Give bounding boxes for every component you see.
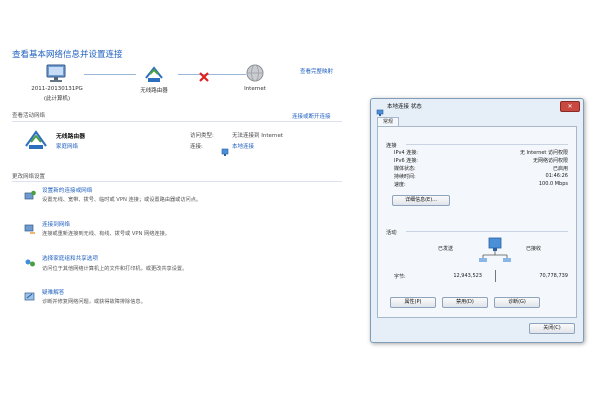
task-description: 诊断并修复网络问题，或获得故障排除信息。 bbox=[42, 299, 146, 305]
task-connect-network-link[interactable]: 连接到网络 bbox=[42, 220, 70, 228]
dialog-close-button[interactable]: ✕ bbox=[560, 101, 580, 112]
computer-name-label: 2011-20130131PG bbox=[31, 86, 83, 92]
troubleshoot-icon bbox=[24, 288, 36, 301]
duration-value: 01:46:26 bbox=[545, 173, 568, 179]
network-type-link[interactable]: 家庭网络 bbox=[56, 142, 78, 150]
bytes-label: 字节: bbox=[394, 274, 406, 280]
task-description: 连接或重新连接到无线、有线、拨号或 VPN 网络连接。 bbox=[42, 231, 170, 237]
page-title: 查看基本网络信息并设置连接 bbox=[12, 50, 123, 60]
connector-line bbox=[178, 74, 246, 75]
bytes-received-value: 70,778,739 bbox=[539, 273, 568, 279]
connection-label: 连接: bbox=[190, 144, 203, 150]
received-label: 已接收 bbox=[526, 246, 542, 252]
task-description: 设置无线、宽带、拨号、临时或 VPN 连接；或设置路由器或访问点。 bbox=[42, 197, 202, 203]
activity-group-label: 活动 bbox=[386, 230, 397, 236]
properties-button[interactable]: 属性(P) bbox=[390, 297, 436, 308]
connection-group-label: 连接 bbox=[386, 143, 397, 149]
see-full-map-link[interactable]: 查看完整映射 bbox=[300, 67, 333, 75]
task-description: 访问位于其他网络计算机上的文件和打印机，或更改共享设置。 bbox=[42, 266, 188, 272]
globe-icon bbox=[246, 64, 264, 82]
close-button[interactable]: 关闭(C) bbox=[529, 323, 575, 334]
ipv4-label: IPv4 连接: bbox=[394, 150, 418, 156]
diagnose-button[interactable]: 诊断(G) bbox=[494, 297, 540, 308]
ethernet-icon bbox=[221, 141, 229, 156]
homegroup-icon bbox=[24, 254, 36, 267]
connection-link[interactable]: 本地连接 bbox=[232, 142, 254, 150]
divider bbox=[12, 181, 342, 182]
task-new-connection-link[interactable]: 设置新的连接或网络 bbox=[42, 186, 92, 194]
divider bbox=[406, 231, 568, 232]
access-type-value: 无法连接到 Internet bbox=[232, 133, 284, 139]
ipv4-value: 无 Internet 访问权限 bbox=[519, 150, 568, 156]
computer-icon bbox=[44, 64, 70, 84]
divider bbox=[12, 121, 342, 122]
disable-button[interactable]: 禁用(D) bbox=[442, 297, 488, 308]
access-type-label: 访问类型: bbox=[190, 133, 214, 139]
connector-line bbox=[84, 74, 136, 75]
speed-label: 速度: bbox=[394, 182, 406, 188]
internet-label: Internet bbox=[244, 86, 266, 92]
task-homegroup-link[interactable]: 选择家庭组和共享选项 bbox=[42, 254, 98, 262]
media-state-value: 已启用 bbox=[552, 166, 568, 172]
router-icon bbox=[142, 62, 166, 84]
bytes-sent-value: 12,943,523 bbox=[453, 273, 482, 279]
connect-network-icon bbox=[24, 220, 36, 234]
connect-disconnect-link[interactable]: 连接或断开连接 bbox=[292, 112, 331, 120]
sent-label: 已发送 bbox=[438, 246, 454, 252]
new-connection-icon bbox=[24, 187, 36, 200]
network-icon bbox=[24, 128, 48, 150]
ipv6-value: 无网络访问权限 bbox=[532, 158, 568, 164]
duration-label: 持续时间: bbox=[394, 174, 416, 180]
dialog-icon bbox=[376, 102, 384, 116]
network-activity-icon bbox=[478, 237, 512, 263]
router-label: 无线路由器 bbox=[140, 88, 168, 94]
network-name: 无线路由器 bbox=[56, 134, 85, 140]
local-connection-status-dialog: 本地连接 状态 ✕ 常规 连接 IPv4 连接: 无 Internet 访问权限… bbox=[370, 98, 584, 343]
divider bbox=[406, 144, 568, 145]
details-button[interactable]: 详细信息(E)... bbox=[392, 195, 450, 206]
computer-sub-label: (此计算机) bbox=[43, 96, 71, 102]
separator-line bbox=[495, 270, 496, 282]
speed-value: 100.0 Mbps bbox=[538, 181, 568, 187]
active-networks-heading: 查看活动网络 bbox=[12, 113, 46, 119]
dialog-title: 本地连接 状态 bbox=[387, 104, 422, 110]
media-state-label: 媒体状态: bbox=[394, 166, 416, 172]
task-troubleshoot-link[interactable]: 疑难解答 bbox=[42, 288, 64, 296]
ipv6-label: IPv6 连接: bbox=[394, 158, 418, 164]
tab-page: 连接 IPv4 连接: 无 Internet 访问权限 IPv6 连接: 无网络… bbox=[377, 126, 577, 318]
change-settings-heading: 更改网络设置 bbox=[12, 174, 46, 180]
no-connection-icon bbox=[198, 68, 210, 82]
